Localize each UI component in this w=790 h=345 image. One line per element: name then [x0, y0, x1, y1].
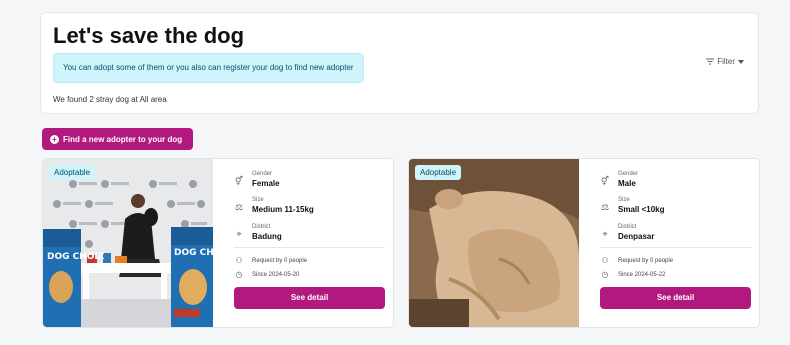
since-row: ◷ Since 2024-05-22 — [600, 269, 666, 281]
gender-label: Gender — [252, 171, 273, 177]
find-adopter-button[interactable]: + Find a new adopter to your dog — [42, 128, 193, 150]
since-text: Since 2024-05-22 — [618, 272, 666, 278]
page-title: Let's save the dog — [53, 23, 245, 48]
clock-icon: ◷ — [235, 270, 243, 279]
info-alert: You can adopt some of them or you also c… — [53, 53, 364, 83]
size-label: Size — [618, 197, 630, 203]
bag-text-right: DOG CHOIZ — [174, 248, 213, 258]
size-value: Medium 11-15kg — [252, 205, 314, 214]
district-label: District — [618, 224, 637, 230]
bag-text-left: DOG CHOIZ — [47, 252, 105, 262]
dog-card: Adoptable ⚥ Gender Male ⚖ Size Small <10… — [408, 158, 760, 328]
since-text: Since 2024-05-20 — [252, 272, 300, 278]
adoptable-badge: Adoptable — [49, 165, 96, 180]
weight-icon: ⚖ — [234, 202, 244, 212]
divider — [600, 247, 751, 248]
district-label: District — [252, 224, 271, 230]
since-row: ◷ Since 2024-05-20 — [234, 269, 300, 281]
person-icon: ⚇ — [235, 256, 243, 265]
size-label: Size — [252, 197, 264, 203]
gender-row: ⚥ Gender Female — [234, 170, 280, 189]
dog-card: DOG CHOIZ DOG CHOIZ Adoptable ⚥ Gender F… — [42, 158, 394, 328]
result-count-text: We found 2 stray dog at All area — [53, 95, 167, 104]
gender-row: ⚥ Gender Male — [600, 170, 638, 189]
location-pin-icon: ⌖ — [602, 229, 608, 239]
dog-photo[interactable]: Adoptable — [409, 159, 579, 327]
dog-details: ⚥ Gender Female ⚖ Size Medium 11-15kg ⌖ … — [213, 159, 393, 327]
plus-circle-icon: + — [50, 134, 59, 144]
see-detail-button[interactable]: See detail — [600, 287, 751, 309]
gender-icon: ⚥ — [234, 176, 244, 186]
see-detail-button[interactable]: See detail — [234, 287, 385, 309]
filter-lines-icon — [706, 58, 715, 65]
filter-label: Filter — [717, 57, 735, 66]
gender-label: Gender — [618, 171, 639, 177]
dog-details: ⚥ Gender Male ⚖ Size Small <10kg ⌖ Distr… — [579, 159, 759, 327]
gender-value: Female — [252, 179, 280, 188]
size-row: ⚖ Size Medium 11-15kg — [234, 196, 314, 215]
header-card: Let's save the dog You can adopt some of… — [40, 12, 759, 114]
clock-icon: ◷ — [601, 270, 609, 279]
gender-icon: ⚥ — [600, 176, 610, 186]
requests-text: Request by 0 people — [252, 258, 308, 264]
gender-value: Male — [618, 179, 636, 188]
caret-down-icon — [738, 59, 744, 64]
location-pin-icon: ⌖ — [236, 229, 242, 239]
size-row: ⚖ Size Small <10kg — [600, 196, 665, 215]
person-icon: ⚇ — [601, 256, 609, 265]
filter-button[interactable]: Filter — [706, 57, 744, 66]
requests-text: Request by 0 people — [618, 258, 674, 264]
district-row: ⌖ District Badung — [234, 223, 282, 242]
size-value: Small <10kg — [618, 205, 665, 214]
find-adopter-label: Find a new adopter to your dog — [63, 134, 183, 144]
weight-icon: ⚖ — [600, 202, 610, 212]
district-value: Badung — [252, 232, 282, 241]
requests-row: ⚇ Request by 0 people — [234, 255, 307, 267]
divider — [234, 247, 385, 248]
dog-photo[interactable]: DOG CHOIZ DOG CHOIZ Adoptable — [43, 159, 213, 327]
district-value: Denpasar — [618, 232, 655, 241]
district-row: ⌖ District Denpasar — [600, 223, 654, 242]
requests-row: ⚇ Request by 0 people — [600, 255, 673, 267]
adoptable-badge: Adoptable — [415, 165, 462, 180]
